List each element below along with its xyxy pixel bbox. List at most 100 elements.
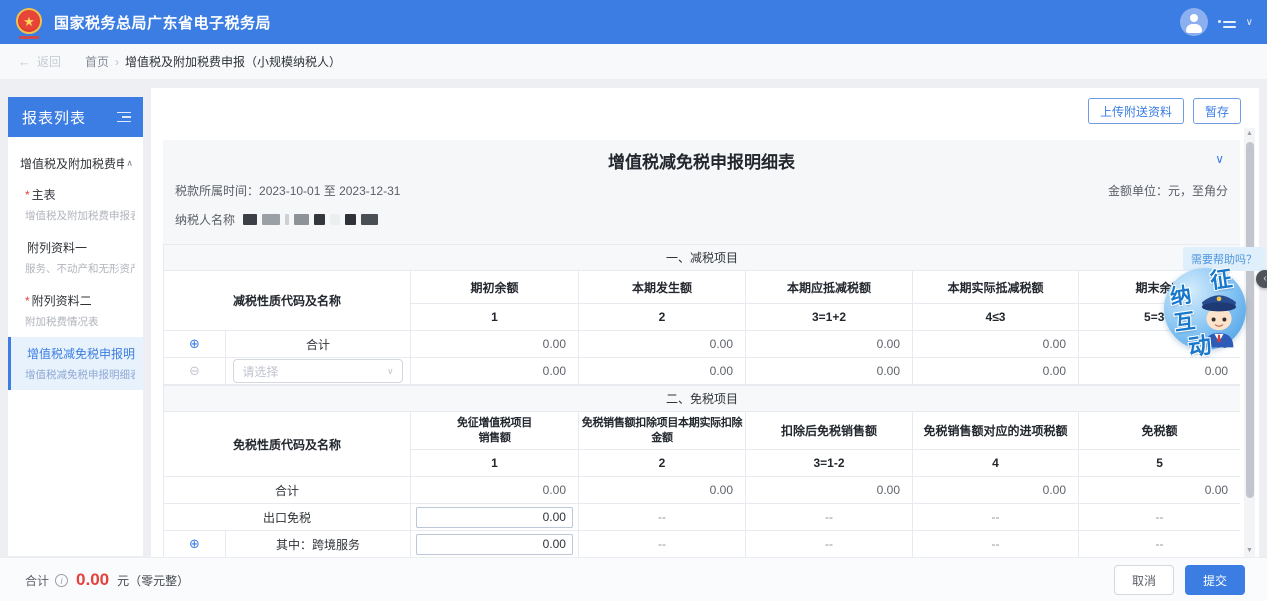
chevron-down-icon[interactable]: ∨ — [1246, 17, 1253, 28]
sidebar-item-sub: 增值税减免税申报明细表 — [25, 369, 135, 381]
user-avatar[interactable] — [1179, 8, 1208, 36]
tax-interaction-mascot[interactable]: 征 纳 互 动 — [1164, 264, 1250, 360]
cell-value: -- — [912, 503, 1079, 531]
remove-row-icon[interactable]: ⊖ — [189, 363, 200, 378]
scroll-down-arrow[interactable]: ▼ — [1244, 545, 1255, 557]
tax-period-label: 税款所属时间： — [175, 183, 260, 198]
scroll-up-arrow[interactable]: ▲ — [1244, 128, 1255, 140]
section-row: 二、免税项目 — [163, 385, 1240, 412]
sidebar-item-main-form[interactable]: * 主表 增值税及附加税费申报表 — [8, 178, 143, 231]
emblem-logo-icon: ★ — [16, 5, 44, 39]
submit-button[interactable]: 提交 — [1185, 565, 1245, 595]
table-row: ⊕ 合计 0.00 0.00 0.00 0.00 0.00 — [163, 330, 1240, 358]
required-star: * — [25, 188, 30, 202]
column-header-name: 免税性质代码及名称 — [163, 411, 411, 477]
page-title: 增值税减免税申报明细表 — [608, 153, 795, 172]
column-header: 本期应抵减税额 — [745, 270, 913, 304]
breadcrumb: ← 返回 首页 › 增值税及附加税费申报（小规模纳税人） — [0, 44, 1267, 80]
tax-period: 税款所属时间：2023-10-01 至 2023-12-31 — [175, 182, 400, 199]
collapse-list-icon[interactable] — [117, 111, 131, 123]
exemption-table: 二、免税项目 免税性质代码及名称 免征增值税项目 销售额 免税销售额扣除项目本期… — [163, 385, 1240, 557]
column-number: 4≤3 — [912, 303, 1079, 331]
column-header: 扣除后免税销售额 — [745, 411, 913, 450]
export-exempt-sales-input[interactable] — [416, 506, 573, 528]
sidebar-item-label: 附列资料二 — [31, 294, 92, 308]
column-number: 2 — [578, 449, 746, 477]
cell-value: 0.00 — [912, 357, 1079, 385]
column-header-name: 减税性质代码及名称 — [163, 270, 411, 331]
column-number: 3=1+2 — [745, 303, 913, 331]
cell-value: -- — [578, 530, 746, 557]
cell-value: 0.00 — [745, 476, 913, 504]
tax-nature-select[interactable]: 请选择 ∨ — [233, 359, 403, 383]
column-number: 1 — [410, 303, 579, 331]
temp-save-button[interactable]: 暂存 — [1192, 98, 1241, 124]
header-row: 免税性质代码及名称 免征增值税项目 销售额 免税销售额扣除项目本期实际扣除 金额… — [163, 411, 1240, 477]
column-number: 4 — [912, 449, 1079, 477]
column-header: 免征增值税项目 销售额 — [410, 411, 579, 450]
breadcrumb-home[interactable]: 首页 — [85, 53, 109, 70]
cell-value: -- — [1077, 503, 1240, 531]
cell-value: 0.00 — [745, 357, 913, 385]
back-arrow-icon: ← — [18, 54, 31, 69]
add-row-icon[interactable]: ⊕ — [189, 536, 200, 551]
cell-value: 0.00 — [745, 330, 913, 358]
sidebar-item-sub: 增值税及附加税费申报表 — [25, 210, 135, 222]
footer-bar: 合计 i 0.00 元（零元整） 取消 提交 — [0, 557, 1267, 601]
info-icon[interactable]: i — [55, 573, 69, 587]
back-button[interactable]: ← 返回 — [18, 53, 61, 70]
add-row-icon[interactable]: ⊕ — [189, 336, 200, 351]
total-label: 合计 — [25, 573, 50, 588]
table-row: 合计 0.00 0.00 0.00 0.00 0.00 — [163, 476, 1240, 504]
sidebar-item-label: 主表 — [31, 188, 56, 202]
sidebar-item-appendix-2[interactable]: * 附列资料二 附加税费情况表 — [8, 284, 143, 337]
column-header: 本期发生额 — [578, 270, 746, 304]
cell-value: -- — [578, 503, 746, 531]
main-panel: 上传附送资料 暂存 增值税减免税申报明细表 ∨ 税款所属时间：2023-10-0… — [151, 88, 1259, 557]
section-row: 一、减税项目 — [163, 244, 1240, 271]
cell-value: -- — [912, 530, 1079, 557]
required-star: * — [25, 294, 30, 308]
mascot-char: 动 — [1186, 331, 1213, 361]
table-row: ⊖ 请选择 ∨ 0.00 0.00 0.00 0.00 0.00 — [163, 357, 1240, 385]
cell-value: -- — [745, 530, 913, 557]
cross-border-service-input[interactable] — [416, 533, 573, 555]
sidebar-group-toggle[interactable]: 增值税及附加税费申报... ∧ — [8, 149, 143, 178]
column-number: 1 — [410, 449, 579, 477]
emblem-star-icon: ★ — [16, 8, 42, 34]
sidebar-group-label: 增值税及附加税费申报... — [20, 157, 124, 171]
logo-subtext — [19, 36, 39, 39]
sidebar-item-label: 附列资料一 — [27, 241, 88, 255]
mascot-char: 征 — [1208, 265, 1234, 294]
reduction-table: 一、减税项目 减税性质代码及名称 期初余额 本期发生额 本期应抵减税额 本期实际… — [163, 244, 1240, 385]
column-number: 5 — [1077, 449, 1240, 477]
upload-attachments-button[interactable]: 上传附送资料 — [1087, 98, 1184, 124]
cell-value: 0.00 — [1077, 476, 1240, 504]
sidebar-item-vat-exemption-detail[interactable]: 增值税减免税申报明... 增值税减免税申报明细表 — [8, 337, 143, 390]
column-number: 2 — [578, 303, 746, 331]
collapse-form-icon[interactable]: ∨ — [1215, 152, 1224, 166]
user-menu-icon[interactable] — [1217, 16, 1236, 28]
app-title: 国家税务总局广东省电子税务局 — [54, 14, 272, 32]
breadcrumb-separator: › — [115, 54, 120, 69]
sidebar-item-appendix-1[interactable]: 附列资料一 服务、不动产和无形资产扣.. — [8, 231, 143, 284]
row-name: 合计 — [163, 476, 411, 504]
section-title: 一、减税项目 — [163, 244, 1240, 271]
form-card: 增值税减免税申报明细表 ∨ 税款所属时间：2023-10-01 至 2023-1… — [163, 140, 1240, 557]
cell-value: 0.00 — [410, 330, 579, 358]
column-header: 本期实际抵减税额 — [912, 270, 1079, 304]
total-amount: 0.00 — [76, 570, 110, 589]
row-name: 其中：跨境服务 — [225, 530, 411, 557]
taxpayer-name-label: 纳税人名称 — [175, 212, 236, 227]
cell-value: -- — [1077, 530, 1240, 557]
column-header: 免税销售额对应的进项税额 — [912, 411, 1079, 450]
cancel-button[interactable]: 取消 — [1114, 565, 1174, 595]
table-row: 出口免税 -- -- -- -- — [163, 503, 1240, 531]
sidebar-title: 报表列表 — [22, 109, 87, 127]
row-name: 出口免税 — [163, 503, 411, 531]
report-list-sidebar: 报表列表 增值税及附加税费申报... ∧ *主表 增值税及附加税费申报表 附列资… — [8, 97, 143, 556]
edge-collapse-button[interactable]: ‹ — [1256, 270, 1267, 288]
chevron-up-icon: ∧ — [126, 158, 133, 168]
app-window: ★ 国家税务总局广东省电子税务局 ∨ ← 返回 首页 › 增值税及附加税费申报（… — [0, 0, 1267, 601]
back-label: 返回 — [37, 55, 62, 69]
